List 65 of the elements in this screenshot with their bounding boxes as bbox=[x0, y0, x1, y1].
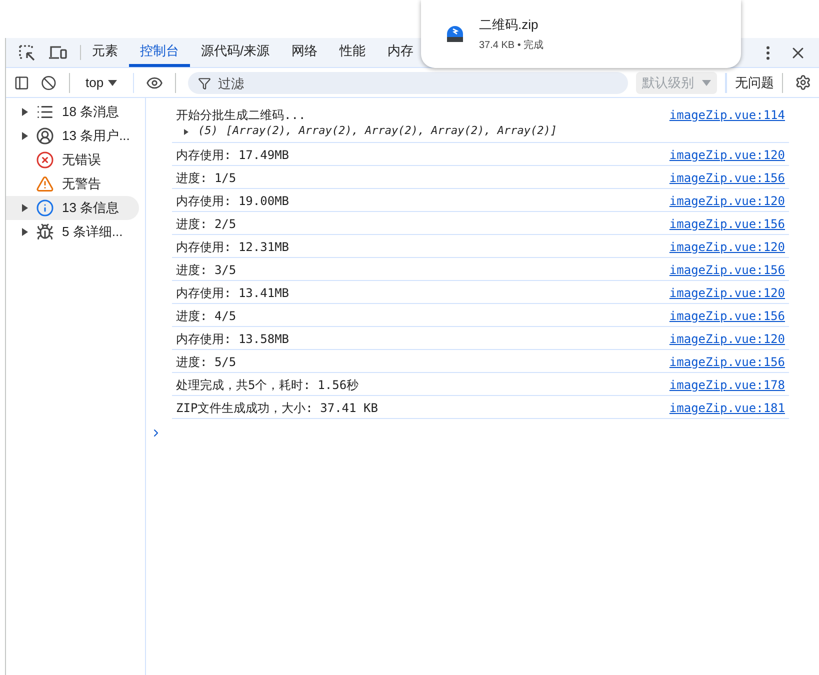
log-message: 进度: 2/5 bbox=[176, 216, 236, 232]
source-link[interactable]: imageZip.vue:120 bbox=[669, 146, 785, 164]
source-link[interactable]: imageZip.vue:156 bbox=[669, 306, 785, 324]
array-count: (5) bbox=[198, 123, 218, 140]
log-message: 内存使用: 12.31MB bbox=[176, 238, 290, 256]
error-icon bbox=[36, 151, 54, 169]
log-message: 内存使用: 13.41MB bbox=[176, 284, 290, 302]
source-link[interactable]: imageZip.vue:178 bbox=[669, 376, 785, 394]
expand-arrow-icon[interactable] bbox=[22, 204, 28, 212]
log-message: 处理完成，共5个，耗时: 1.56秒 bbox=[176, 376, 359, 394]
user-icon bbox=[36, 127, 54, 145]
log-message: 内存使用: 19.00MB bbox=[176, 192, 290, 210]
expand-arrow-icon[interactable] bbox=[22, 132, 28, 140]
sidebar-item[interactable]: 5 条详细... bbox=[6, 220, 139, 244]
source-link[interactable]: imageZip.vue:181 bbox=[669, 398, 785, 416]
filter-field[interactable]: 过滤 bbox=[188, 72, 628, 94]
devtools-tab[interactable]: 控制台 bbox=[129, 38, 190, 67]
sidebar-item[interactable]: 无警告 bbox=[6, 172, 139, 196]
list-icon bbox=[36, 103, 54, 121]
clear-icon[interactable] bbox=[41, 74, 57, 92]
sidebar-item[interactable]: 13 条用户... bbox=[6, 124, 139, 148]
download-filename: 二维码.zip bbox=[479, 16, 540, 34]
log-message: 内存使用: 17.49MB bbox=[176, 146, 290, 164]
log-message: 进度: 4/5 bbox=[176, 308, 236, 324]
sidebar-item[interactable]: 18 条消息 bbox=[6, 100, 139, 124]
expand-arrow-icon[interactable] bbox=[22, 228, 28, 236]
source-link[interactable]: imageZip.vue:156 bbox=[669, 214, 785, 232]
caret-icon bbox=[108, 80, 117, 86]
source-link[interactable]: imageZip.vue:120 bbox=[669, 238, 785, 256]
inspect-icon[interactable] bbox=[18, 44, 36, 62]
filter-icon bbox=[198, 76, 212, 90]
info-icon bbox=[36, 199, 54, 217]
devtools-tab[interactable]: 源代码/来源 bbox=[190, 38, 281, 67]
bug-icon bbox=[36, 223, 54, 241]
source-link[interactable]: imageZip.vue:120 bbox=[669, 192, 785, 210]
caret-icon bbox=[702, 80, 712, 86]
devtools-tab[interactable]: 内存 bbox=[376, 38, 425, 67]
log-message: ZIP文件生成成功，大小: 37.41 KB bbox=[176, 400, 378, 416]
source-link[interactable]: imageZip.vue:120 bbox=[669, 330, 785, 348]
download-status: 37.4 KB • 完成 bbox=[479, 38, 544, 53]
issues-label: 无问题 bbox=[734, 74, 774, 92]
devtools-tab[interactable]: 元素 bbox=[81, 38, 129, 67]
sidebar-item[interactable]: 无错误 bbox=[6, 148, 139, 172]
device-icon[interactable] bbox=[48, 44, 68, 60]
settings-icon[interactable] bbox=[794, 73, 811, 92]
expand-arrow-icon[interactable] bbox=[184, 128, 190, 136]
devtools-tab[interactable]: 网络 bbox=[280, 38, 329, 67]
expand-arrow-icon[interactable] bbox=[22, 108, 28, 116]
array-preview: [Array(2), Array(2), Array(2), Array(2), Array(2)] bbox=[226, 123, 558, 140]
source-link[interactable]: imageZip.vue:156 bbox=[669, 352, 785, 370]
source-link[interactable]: imageZip.vue:156 bbox=[669, 260, 785, 278]
zip-file-icon bbox=[445, 24, 465, 44]
devtools-tab[interactable]: 性能 bbox=[328, 38, 377, 67]
source-link[interactable]: imageZip.vue:156 bbox=[669, 168, 785, 186]
log-message: 进度: 3/5 bbox=[176, 262, 236, 278]
source-link[interactable]: imageZip.vue:120 bbox=[669, 284, 785, 302]
log-message: 开始分批生成二维码... bbox=[176, 106, 306, 124]
log-message: 进度: 1/5 bbox=[176, 170, 236, 186]
warning-icon bbox=[36, 175, 54, 193]
log-message: 进度: 5/5 bbox=[176, 354, 236, 370]
sidebar-item[interactable]: 13 条信息 bbox=[6, 196, 139, 220]
source-link[interactable]: imageZip.vue:114 bbox=[669, 106, 785, 124]
sidebar-toggle-icon[interactable] bbox=[14, 74, 30, 92]
context-dropdown[interactable]: top bbox=[82, 72, 121, 92]
log-message: 内存使用: 13.58MB bbox=[176, 330, 290, 348]
